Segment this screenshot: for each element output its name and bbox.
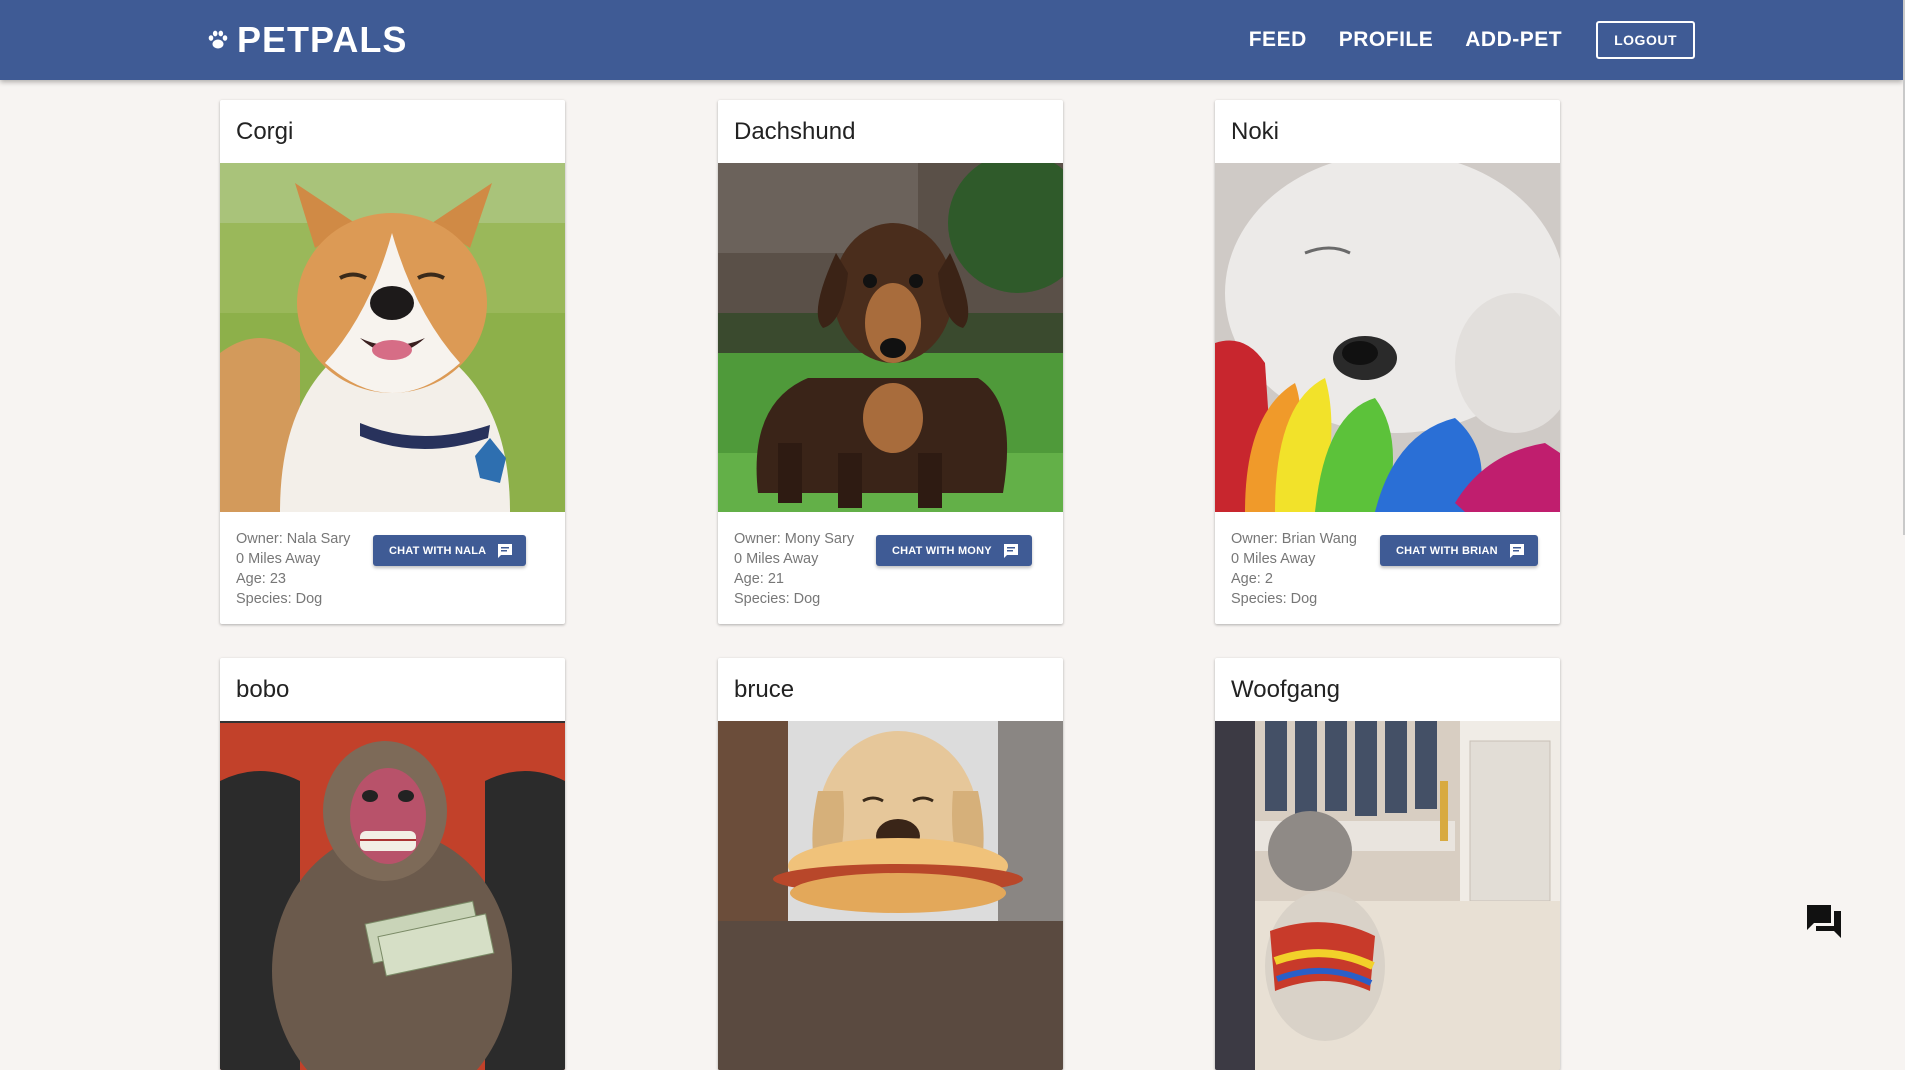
nav-feed-link[interactable]: FEED bbox=[1249, 28, 1307, 52]
pet-name: bruce bbox=[734, 676, 795, 703]
message-icon bbox=[1508, 542, 1526, 560]
pet-info: Owner: Brian Wang 0 Miles Away Age: 2 Sp… bbox=[1231, 529, 1357, 609]
chat-with-owner-button[interactable]: CHAT WITH BRIAN bbox=[1380, 535, 1538, 566]
owner-text: Owner: Brian Wang bbox=[1231, 531, 1357, 547]
species-text: Species: Dog bbox=[1231, 591, 1318, 607]
forum-chat-icon[interactable] bbox=[1805, 903, 1843, 939]
chat-button-label: CHAT WITH NALA bbox=[389, 544, 487, 557]
pet-name: Woofgang bbox=[1231, 676, 1340, 703]
pet-card-bruce: bruce bbox=[718, 658, 1063, 1070]
pet-card-noki: Noki Owner: Brian Wang 0 Miles Away Age:… bbox=[1215, 100, 1560, 624]
pet-photo-bobo bbox=[220, 721, 565, 1070]
owner-text: Owner: Nala Sary bbox=[236, 531, 351, 547]
message-icon bbox=[496, 542, 514, 560]
pet-photo-noki bbox=[1215, 163, 1560, 512]
pet-photo-woofgang bbox=[1215, 721, 1560, 1070]
chat-with-owner-button[interactable]: CHAT WITH NALA bbox=[373, 535, 527, 566]
pet-info: Owner: Mony Sary 0 Miles Away Age: 21 Sp… bbox=[734, 529, 854, 609]
pet-name: Noki bbox=[1231, 118, 1280, 145]
message-icon bbox=[1002, 542, 1020, 560]
age-text: Age: 21 bbox=[734, 571, 784, 587]
nav-profile-link[interactable]: PROFILE bbox=[1339, 28, 1434, 52]
pet-name: Dachshund bbox=[734, 118, 856, 145]
age-text: Age: 2 bbox=[1231, 571, 1273, 587]
owner-text: Owner: Mony Sary bbox=[734, 531, 855, 547]
pet-photo-corgi bbox=[220, 163, 565, 512]
card-body: Owner: Brian Wang 0 Miles Away Age: 2 Sp… bbox=[1215, 512, 1560, 624]
paw-icon bbox=[207, 29, 229, 51]
pet-photo-bruce bbox=[718, 721, 1063, 1070]
chat-button-label: CHAT WITH BRIAN bbox=[1396, 544, 1498, 557]
distance-text: 0 Miles Away bbox=[236, 551, 321, 567]
pet-card-dachshund: Dachshund Owner: Mony Sary 0 Miles Away … bbox=[718, 100, 1063, 624]
pet-photo-dachshund bbox=[718, 163, 1063, 512]
nav-add-pet-link[interactable]: ADD-PET bbox=[1465, 28, 1562, 52]
card-body: Owner: Mony Sary 0 Miles Away Age: 21 Sp… bbox=[718, 512, 1063, 624]
card-body: Owner: Nala Sary 0 Miles Away Age: 23 Sp… bbox=[220, 512, 565, 624]
age-text: Age: 23 bbox=[236, 571, 286, 587]
chat-button-label: CHAT WITH MONY bbox=[892, 544, 992, 557]
pet-info: Owner: Nala Sary 0 Miles Away Age: 23 Sp… bbox=[236, 529, 350, 609]
pet-card-corgi: Corgi Owner: Nala Sary 0 Miles Away Age:… bbox=[220, 100, 565, 624]
species-text: Species: Dog bbox=[236, 591, 323, 607]
chat-with-owner-button[interactable]: CHAT WITH MONY bbox=[876, 535, 1032, 566]
top-navbar: PETPALS FEED PROFILE ADD-PET LOGOUT bbox=[0, 0, 1903, 80]
brand[interactable]: PETPALS bbox=[207, 18, 407, 62]
pet-name: Corgi bbox=[236, 118, 294, 145]
nav-links: FEED PROFILE ADD-PET LOGOUT bbox=[1249, 21, 1695, 59]
pet-card-bobo: bobo bbox=[220, 658, 565, 1070]
app-title: PETPALS bbox=[237, 19, 408, 60]
distance-text: 0 Miles Away bbox=[1231, 551, 1316, 567]
logout-button[interactable]: LOGOUT bbox=[1596, 21, 1695, 59]
pet-name: bobo bbox=[236, 676, 290, 703]
pet-card-woofgang: Woofgang bbox=[1215, 658, 1560, 1070]
species-text: Species: Dog bbox=[734, 591, 821, 607]
distance-text: 0 Miles Away bbox=[734, 551, 819, 567]
